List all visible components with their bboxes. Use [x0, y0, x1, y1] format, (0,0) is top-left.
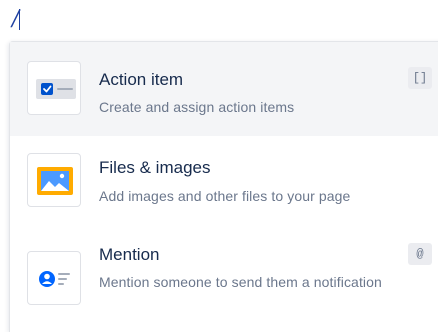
menu-item-description: Add images and other files to your page [99, 188, 351, 204]
menu-item-action-item[interactable]: Action item Create and assign action ite… [10, 42, 438, 136]
menu-item-description: Mention someone to send them a notificat… [99, 274, 382, 290]
shortcut-badge: @ [408, 243, 432, 265]
menu-item-mention[interactable]: Mention Mention someone to send them a n… [10, 230, 438, 324]
mention-user-icon [27, 251, 81, 305]
menu-item-files-images[interactable]: Files & images Add images and other file… [10, 136, 438, 230]
menu-item-title: Files & images [99, 158, 211, 177]
menu-item-title: Mention [99, 245, 160, 264]
menu-item-title: Action item [99, 70, 184, 89]
image-icon [27, 153, 81, 207]
text-cursor [19, 9, 20, 30]
editor-line[interactable]: / [0, 0, 438, 40]
action-item-checkbox-icon [27, 61, 81, 115]
insert-menu: Action item Create and assign action ite… [9, 41, 438, 332]
shortcut-badge: [] [408, 67, 432, 89]
menu-item-description: Create and assign action items [99, 99, 295, 115]
